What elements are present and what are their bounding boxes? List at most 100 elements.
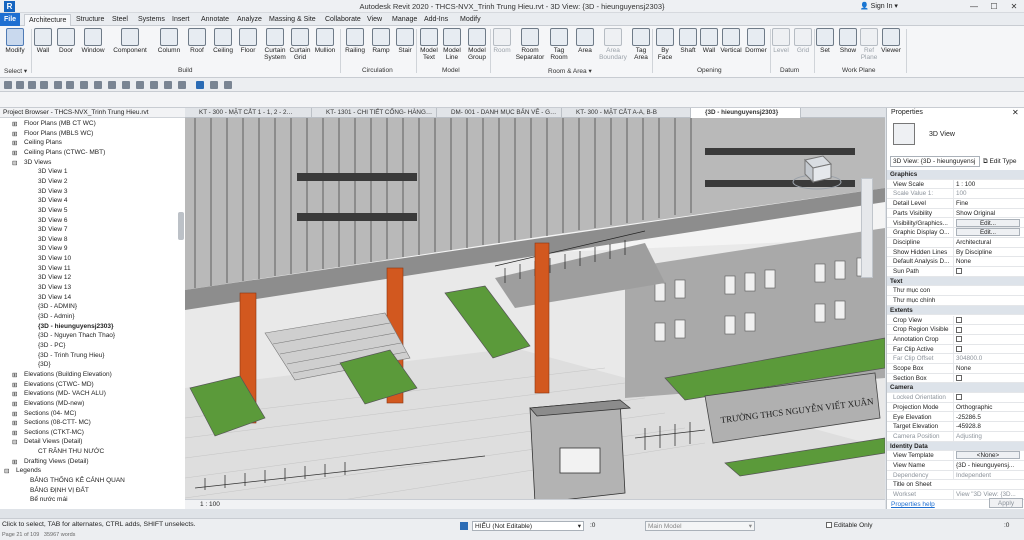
property-value[interactable]: 100 — [953, 189, 1023, 200]
checkbox[interactable] — [956, 268, 962, 275]
set-button[interactable]: Set — [816, 28, 834, 54]
property-value[interactable]: Fine — [953, 199, 1023, 209]
wall-button[interactable]: Wall — [700, 28, 718, 54]
tree-item[interactable]: Elevations (MD- VACH ALU) — [24, 390, 106, 397]
tab-architecture[interactable]: Architecture — [24, 14, 72, 26]
tab-steel[interactable]: Steel — [108, 14, 132, 26]
show-button[interactable]: Show — [838, 28, 858, 54]
active-workset-dropdown[interactable]: HIỂU (Not Editable) ▾ — [472, 521, 584, 531]
tag-area-button[interactable]: Tag Area — [630, 28, 652, 61]
tree-item[interactable]: Detail Views (Detail) — [24, 438, 82, 445]
expand-icon[interactable]: ⊞ — [12, 410, 17, 418]
tree-item[interactable]: Ceiling Plans (CTWC- MBT) — [24, 149, 105, 156]
tree-item[interactable]: 3D View 9 — [38, 245, 68, 252]
wall-button[interactable]: Wall — [33, 28, 53, 54]
properties-section[interactable]: Extents — [887, 305, 1024, 316]
shaft-button[interactable]: Shaft — [678, 28, 698, 54]
sign-in-button[interactable]: 👤 Sign In ▾ — [860, 2, 898, 10]
tab-analyze[interactable]: Analyze — [233, 14, 266, 26]
tree-item[interactable]: Elevations (CTWC- MD) — [24, 381, 94, 388]
tree-item[interactable]: 3D View 5 — [38, 207, 68, 214]
tree-item[interactable]: 3D View 3 — [38, 188, 68, 195]
close-button[interactable]: ✕ — [1006, 1, 1022, 12]
property-value[interactable]: 1 : 100 — [953, 179, 1023, 190]
3d-viewport[interactable]: TRƯỜNG THCS NGUYỄN VIẾT XUÂN 1 : 100 — [185, 118, 885, 509]
apply-button[interactable]: Apply — [989, 498, 1023, 508]
model-line-button[interactable]: Model Line — [441, 28, 463, 61]
tab-file[interactable]: File — [0, 13, 21, 26]
tree-item[interactable]: {3D} — [38, 361, 51, 368]
tree-item[interactable]: 3D View 2 — [38, 178, 68, 185]
tree-item[interactable]: 3D View 7 — [38, 226, 68, 233]
property-value[interactable]: Independent — [953, 470, 1023, 481]
properties-close-icon[interactable]: ✕ — [1012, 108, 1019, 117]
curtain-system-button[interactable]: Curtain System — [262, 28, 288, 61]
model-text-button[interactable]: Model Text — [418, 28, 440, 61]
tree-item[interactable]: 3D View 14 — [38, 294, 71, 301]
tab-massing-site[interactable]: Massing & Site — [265, 14, 320, 26]
design-option-dropdown[interactable]: Main Model ▾ — [645, 521, 755, 531]
area-button[interactable]: Area — [574, 28, 596, 54]
properties-help-link[interactable]: Properties help — [891, 501, 935, 508]
property-value[interactable]: By Discipline — [953, 247, 1023, 258]
view-tab[interactable]: KT- 300 - MẶT CẮT A-A, B-B — [562, 108, 691, 118]
select-dropdown[interactable]: Select ▾ — [4, 67, 27, 75]
collapse-icon[interactable]: ⊟ — [12, 159, 17, 167]
dormer-button[interactable]: Dormer — [743, 28, 769, 54]
property-checkbox[interactable] — [953, 315, 1023, 326]
tree-item[interactable]: Floor Plans (MB CT WC) — [24, 120, 96, 127]
view-tab[interactable]: KT- 1301 - CHI TIẾT CỔNG- HÀNG… — [312, 108, 437, 118]
worksets-icon[interactable] — [460, 522, 468, 530]
properties-section[interactable]: Graphics — [887, 170, 1024, 180]
instance-selector[interactable]: 3D View: {3D - hieunguyensj — [890, 156, 980, 167]
tree-item[interactable]: {3D - Nguyen Thach Thao} — [38, 332, 115, 339]
expand-icon[interactable]: ⊞ — [12, 429, 17, 437]
tree-item-active-view[interactable]: {3D - hieunguyensj2303} — [38, 323, 114, 330]
checkbox[interactable] — [956, 336, 962, 343]
ceiling-button[interactable]: Ceiling — [210, 28, 236, 54]
tree-item[interactable]: Floor Plans (MBLS WC) — [24, 130, 93, 137]
modify-button[interactable]: Modify — [2, 28, 28, 54]
view-scale-label[interactable]: 1 : 100 — [200, 501, 220, 508]
editable-only-checkbox[interactable] — [826, 522, 832, 529]
expand-icon[interactable]: ⊞ — [12, 381, 17, 389]
tree-item[interactable]: 3D View 4 — [38, 197, 68, 204]
property-checkbox[interactable] — [953, 344, 1023, 355]
property-value[interactable]: None — [953, 257, 1023, 267]
expand-icon[interactable]: ⊞ — [12, 419, 17, 427]
tree-item[interactable]: Sections (04- MC) — [24, 410, 76, 417]
tree-item[interactable]: Elevations (Building Elevation) — [24, 371, 112, 378]
property-value[interactable]: Adjusting — [953, 431, 1023, 442]
tree-item[interactable]: Ceiling Plans — [24, 139, 62, 146]
collapse-icon[interactable]: ⊟ — [12, 438, 17, 446]
maximize-button[interactable]: ☐ — [986, 1, 1002, 12]
checkbox[interactable] — [956, 375, 962, 382]
tree-item[interactable]: BẢNG ĐỊNH VỊ ĐẤT — [30, 487, 89, 494]
mullion-button[interactable]: Mullion — [312, 28, 338, 54]
property-edit-button[interactable]: <None> — [953, 451, 1023, 461]
expand-icon[interactable]: ⊞ — [12, 120, 17, 128]
column-button[interactable]: Column — [154, 28, 184, 54]
expand-icon[interactable]: ⊞ — [12, 371, 17, 379]
tree-item[interactable]: Legends — [16, 467, 41, 474]
tree-item[interactable]: 3D View 8 — [38, 236, 68, 243]
property-edit-button[interactable]: Edit... — [953, 218, 1023, 229]
tab-annotate[interactable]: Annotate — [197, 14, 233, 26]
checkbox[interactable] — [956, 345, 962, 352]
edit-button[interactable]: <None> — [956, 451, 1020, 460]
property-checkbox[interactable] — [953, 325, 1023, 335]
vertical-button[interactable]: Vertical — [720, 28, 742, 54]
expand-icon[interactable]: ⊞ — [12, 390, 17, 398]
property-value[interactable]: 304800.0 — [953, 354, 1023, 364]
view-cube[interactable] — [791, 152, 843, 192]
component-button[interactable]: Component — [108, 28, 152, 54]
tree-item[interactable]: Sections (08-CTT- MC) — [24, 419, 91, 426]
railing-button[interactable]: Railing — [343, 28, 367, 54]
tab-modify[interactable]: Modify — [456, 14, 485, 26]
tab-collaborate[interactable]: Collaborate — [321, 14, 365, 26]
expand-icon[interactable]: ⊞ — [12, 130, 17, 138]
property-edit-button[interactable]: Edit... — [953, 228, 1023, 238]
tree-item[interactable]: 3D View 11 — [38, 265, 71, 272]
roof-button[interactable]: Roof — [187, 28, 207, 54]
view-tab[interactable]: DM- 001 - DANH MỤC BẢN VẼ - G… — [437, 108, 562, 118]
